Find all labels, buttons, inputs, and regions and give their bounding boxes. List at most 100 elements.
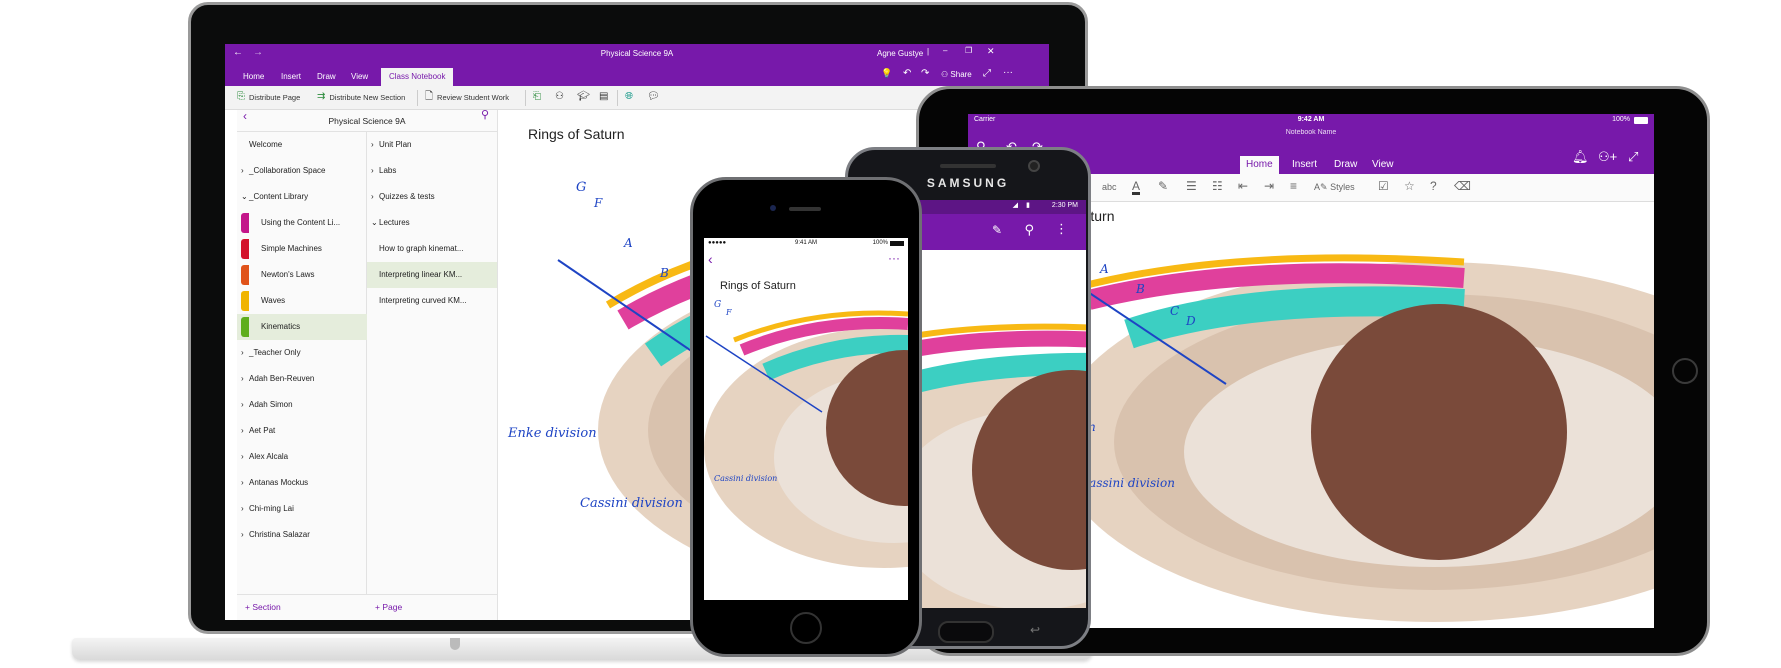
distribute-new-section-button[interactable]: ⇉ Distribute New Section bbox=[317, 92, 405, 102]
tag-icon[interactable]: ⌫ bbox=[1454, 180, 1471, 192]
globe-search-icon[interactable]: 🌐︎ bbox=[625, 92, 633, 102]
pen-icon[interactable]: ✎ bbox=[992, 224, 1002, 236]
tab-home[interactable]: Home bbox=[1240, 156, 1279, 174]
section-item[interactable]: › _Teacher Only bbox=[237, 340, 367, 366]
feedback-icon[interactable]: 💬︎ bbox=[647, 92, 660, 102]
numbered-list-icon[interactable]: ☷ bbox=[1212, 180, 1223, 192]
add-section-button[interactable]: + Section bbox=[245, 602, 281, 612]
chevron-right-icon[interactable]: › bbox=[241, 158, 244, 184]
section-item[interactable]: › _Collaboration Space bbox=[237, 158, 367, 184]
chevron-right-icon[interactable]: › bbox=[241, 340, 244, 366]
review-student-work-button[interactable]: 🗋 Review Student Work bbox=[425, 92, 509, 102]
section-item[interactable]: › Aet Pat bbox=[237, 418, 367, 444]
chevron-down-icon[interactable]: ⌄ bbox=[241, 184, 248, 210]
bullet-list-icon[interactable]: ☰ bbox=[1186, 180, 1197, 192]
back-icon[interactable]: ↩ bbox=[1030, 624, 1040, 636]
section-item[interactable]: › Adah Ben-Reuven bbox=[237, 366, 367, 392]
section-item[interactable]: › Antanas Mockus bbox=[237, 470, 367, 496]
minimize-icon[interactable]: – bbox=[943, 47, 947, 55]
add-page-icon[interactable]: ⎗ bbox=[533, 92, 541, 102]
chevron-right-icon[interactable]: › bbox=[241, 444, 244, 470]
section-item[interactable]: Newton's Laws bbox=[237, 262, 367, 288]
fullscreen-icon[interactable]: ⤢ bbox=[1628, 150, 1638, 163]
star-icon[interactable]: ☆ bbox=[1404, 180, 1415, 192]
font-color-icon[interactable]: A bbox=[1132, 180, 1141, 195]
tab-draw[interactable]: Draw bbox=[309, 68, 344, 86]
chevron-right-icon[interactable]: › bbox=[241, 522, 244, 548]
tab-class-notebook[interactable]: Class Notebook bbox=[381, 68, 454, 86]
graduation-cap-icon[interactable]: 🎓︎ bbox=[577, 92, 590, 102]
section-item[interactable]: Waves bbox=[237, 288, 367, 314]
search-icon[interactable]: ⚲ bbox=[481, 110, 489, 121]
iphone-home-button[interactable] bbox=[790, 612, 822, 644]
add-page-button[interactable]: + Page bbox=[375, 602, 402, 612]
page-item[interactable]: Interpreting linear KM... bbox=[367, 262, 497, 288]
section-item[interactable]: Welcome bbox=[237, 132, 367, 158]
ring-label-c: C bbox=[1170, 304, 1180, 318]
user-icon[interactable]: ⚇ bbox=[555, 92, 564, 102]
tab-home[interactable]: Home bbox=[235, 68, 272, 86]
section-item[interactable]: › Alex Alcala bbox=[237, 444, 367, 470]
battery-icon: ▮ bbox=[1026, 202, 1030, 209]
outdent-icon[interactable]: ⇤ bbox=[1238, 180, 1248, 192]
tab-draw[interactable]: Draw bbox=[1328, 156, 1363, 174]
restore-icon[interactable]: ❐ bbox=[965, 47, 972, 55]
samsung-home-button[interactable] bbox=[938, 621, 994, 643]
chevron-right-icon[interactable]: › bbox=[241, 496, 244, 522]
page-item[interactable]: › Unit Plan bbox=[367, 132, 497, 158]
search-icon[interactable]: ⚲ bbox=[1024, 223, 1034, 236]
person-icon: ⚇ bbox=[941, 70, 949, 79]
back-chevron-icon[interactable]: ‹ bbox=[708, 252, 713, 266]
chevron-right-icon[interactable]: › bbox=[371, 132, 374, 158]
section-label: Kinematics bbox=[261, 322, 301, 331]
overflow-menu-icon[interactable]: ⋮ bbox=[1055, 222, 1068, 235]
chevron-right-icon[interactable]: › bbox=[241, 392, 244, 418]
chevron-down-icon[interactable]: ⌄ bbox=[371, 210, 378, 236]
chevron-right-icon[interactable]: › bbox=[241, 366, 244, 392]
page-item[interactable]: ⌄ Lectures bbox=[367, 210, 497, 236]
page-item[interactable]: Interpreting curved KM... bbox=[367, 288, 497, 314]
tab-insert[interactable]: Insert bbox=[1286, 156, 1323, 174]
add-person-icon[interactable]: ⚇+ bbox=[1598, 150, 1617, 163]
help-icon[interactable]: ? bbox=[1430, 180, 1437, 192]
lightbulb-icon[interactable]: 💡 bbox=[881, 69, 892, 78]
align-icon[interactable]: ≡ bbox=[1290, 180, 1297, 192]
page-item[interactable]: How to graph kinemat... bbox=[367, 236, 497, 262]
section-item[interactable]: › Christina Salazar bbox=[237, 522, 367, 548]
indent-icon[interactable]: ⇥ bbox=[1264, 180, 1274, 192]
highlighter-icon[interactable]: ✎ bbox=[1158, 180, 1168, 192]
tab-insert[interactable]: Insert bbox=[273, 68, 309, 86]
redo-icon[interactable]: ↷ bbox=[921, 69, 929, 79]
chevron-right-icon[interactable]: › bbox=[371, 184, 374, 210]
section-item[interactable]: › Chi-ming Lai bbox=[237, 496, 367, 522]
ipad-home-button[interactable] bbox=[1672, 358, 1698, 384]
tab-view[interactable]: View bbox=[1366, 156, 1400, 174]
chevron-right-icon[interactable]: › bbox=[241, 470, 244, 496]
notebook-icon[interactable]: ▤ bbox=[599, 92, 608, 102]
strikethrough-icon[interactable]: abc bbox=[1102, 183, 1117, 192]
plus-icon: + bbox=[245, 602, 250, 612]
section-item[interactable]: Simple Machines bbox=[237, 236, 367, 262]
notification-bell-icon[interactable]: 🔔︎ bbox=[1572, 150, 1589, 163]
share-button[interactable]: ⚇ Share bbox=[941, 70, 972, 79]
back-chevron-icon[interactable]: ‹ bbox=[243, 110, 247, 122]
undo-icon[interactable]: ↶ bbox=[903, 69, 911, 79]
section-label: Antanas Mockus bbox=[249, 478, 309, 487]
section-item[interactable]: Kinematics bbox=[237, 314, 367, 340]
page-item[interactable]: › Labs bbox=[367, 158, 497, 184]
section-item[interactable]: Using the Content Li... bbox=[237, 210, 367, 236]
more-icon[interactable]: ··· bbox=[888, 252, 900, 264]
more-icon[interactable]: ··· bbox=[1003, 68, 1013, 78]
user-name[interactable]: Agne Gustye bbox=[877, 49, 923, 58]
section-item[interactable]: › Adah Simon bbox=[237, 392, 367, 418]
expand-icon[interactable]: ⤢ bbox=[983, 69, 991, 79]
checkbox-icon[interactable]: ☑ bbox=[1378, 180, 1389, 192]
close-icon[interactable]: ✕ bbox=[987, 47, 995, 56]
page-item[interactable]: › Quizzes & tests bbox=[367, 184, 497, 210]
section-item[interactable]: ⌄ _Content Library bbox=[237, 184, 367, 210]
chevron-right-icon[interactable]: › bbox=[241, 418, 244, 444]
styles-button[interactable]: A✎ Styles bbox=[1314, 182, 1355, 192]
chevron-right-icon[interactable]: › bbox=[371, 158, 374, 184]
distribute-page-button[interactable]: ⎘ Distribute Page bbox=[237, 92, 300, 102]
tab-view[interactable]: View bbox=[343, 68, 376, 86]
